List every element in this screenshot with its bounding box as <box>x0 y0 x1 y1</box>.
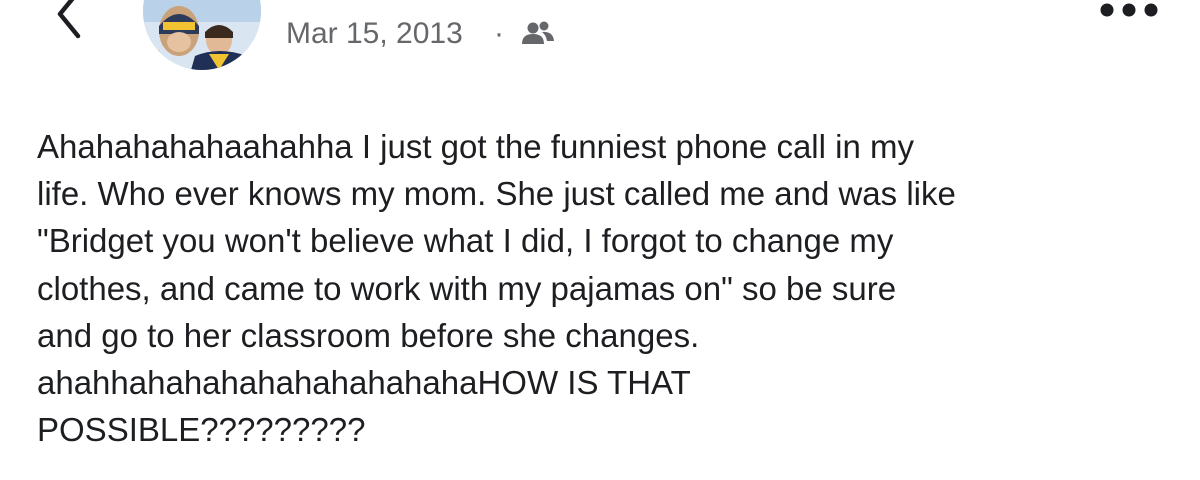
author-name-fragment <box>300 0 580 4</box>
avatar[interactable] <box>143 0 261 70</box>
separator-dot: · <box>494 17 504 50</box>
post-text: Ahahahahahaahahha I just got the funnies… <box>37 128 956 449</box>
ellipsis-icon <box>1100 3 1158 17</box>
profile-photo <box>143 0 261 70</box>
author-name[interactable] <box>300 0 580 4</box>
friends-icon[interactable] <box>520 20 556 48</box>
back-button[interactable] <box>44 0 104 52</box>
chevron-left-icon <box>57 0 81 39</box>
post-date[interactable]: Mar 15, 2013 <box>286 14 463 54</box>
more-options-button[interactable] <box>1096 0 1162 22</box>
